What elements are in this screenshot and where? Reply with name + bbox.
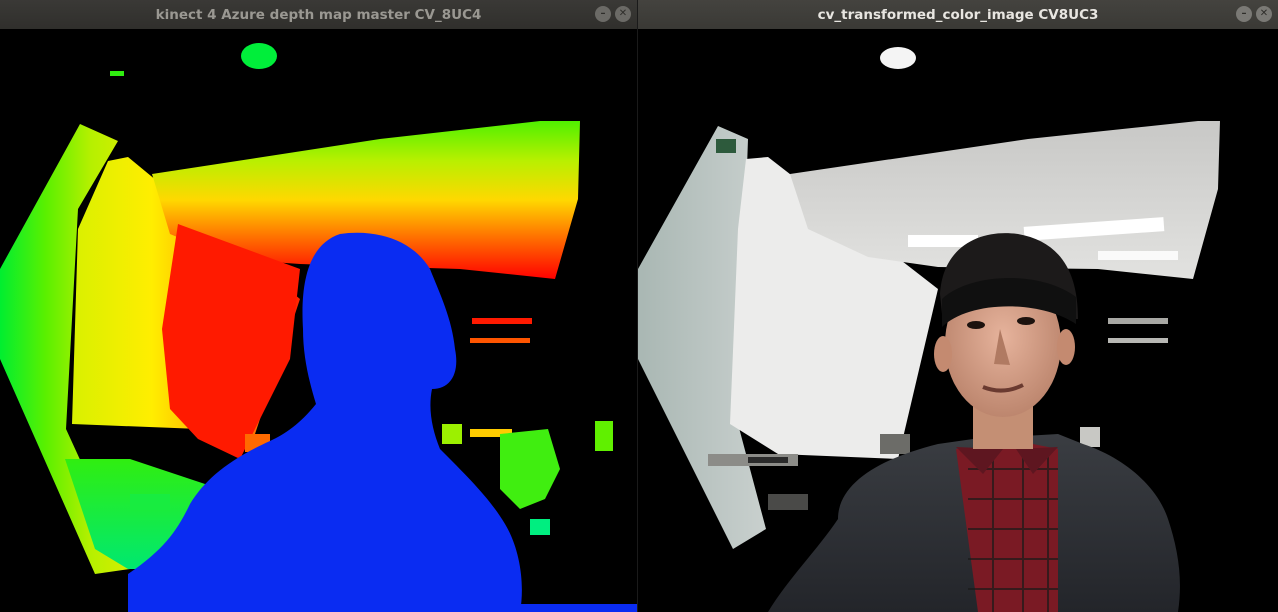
minimize-button[interactable]: –: [1236, 6, 1252, 22]
depth-window-controls: – ✕: [595, 6, 631, 22]
minimize-icon: –: [1241, 8, 1247, 19]
color-window-titlebar[interactable]: cv_transformed_color_image CV8UC3 – ✕: [638, 0, 1278, 29]
depth-window-titlebar[interactable]: kinect 4 Azure depth map master CV_8UC4 …: [0, 0, 637, 29]
close-icon: ✕: [1259, 8, 1269, 19]
depth-map-svg: [0, 43, 637, 612]
minimize-button[interactable]: –: [595, 6, 611, 22]
depth-map-window[interactable]: kinect 4 Azure depth map master CV_8UC4 …: [0, 0, 637, 612]
close-icon: ✕: [618, 8, 628, 19]
depth-map-image: [0, 29, 637, 612]
close-button[interactable]: ✕: [1256, 6, 1272, 22]
minimize-icon: –: [600, 8, 606, 19]
color-image-window[interactable]: cv_transformed_color_image CV8UC3 – ✕: [638, 0, 1278, 612]
depth-window-title: kinect 4 Azure depth map master CV_8UC4: [155, 6, 482, 23]
color-camera-image: [638, 29, 1278, 612]
color-image-svg: [638, 47, 1220, 612]
color-window-controls: – ✕: [1236, 6, 1272, 22]
color-window-title: cv_transformed_color_image CV8UC3: [817, 6, 1099, 23]
close-button[interactable]: ✕: [615, 6, 631, 22]
